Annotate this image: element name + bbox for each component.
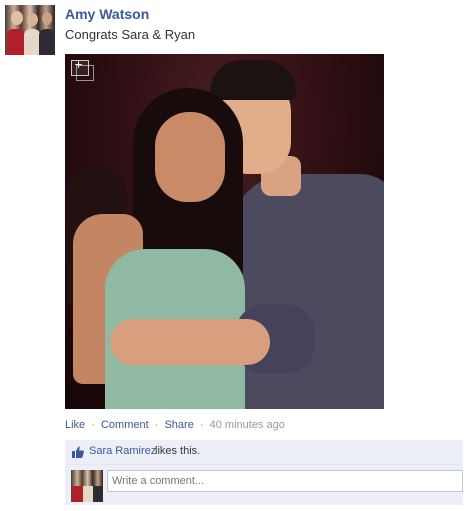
author-name[interactable]: Amy Watson [65,6,149,22]
separator: · [91,419,95,431]
likes-summary: Sara Ramirez likes this. [65,440,463,465]
comment-link[interactable]: Comment [101,419,149,431]
author-avatar[interactable] [5,5,55,55]
liker-name[interactable]: Sara Ramirez [89,445,156,457]
post-actions: Like · Comment · Share · 40 minutes ago [65,419,285,431]
post-timestamp[interactable]: 40 minutes ago [210,419,285,431]
comment-composer [65,465,463,505]
comment-input[interactable] [107,470,463,492]
like-link[interactable]: Like [65,419,85,431]
news-feed-post: Amy Watson Congrats Sara & Ryan + Like ·… [0,0,474,511]
separator: · [154,419,159,431]
post-photo[interactable]: + [65,54,384,409]
share-link[interactable]: Share [164,419,193,431]
expand-photo-icon[interactable]: + [71,58,94,81]
likes-text: likes this. [155,445,201,457]
thumbs-up-icon [72,446,84,458]
post-message: Congrats Sara & Ryan [65,27,196,42]
separator: · [199,419,204,431]
commenter-avatar [71,470,103,502]
